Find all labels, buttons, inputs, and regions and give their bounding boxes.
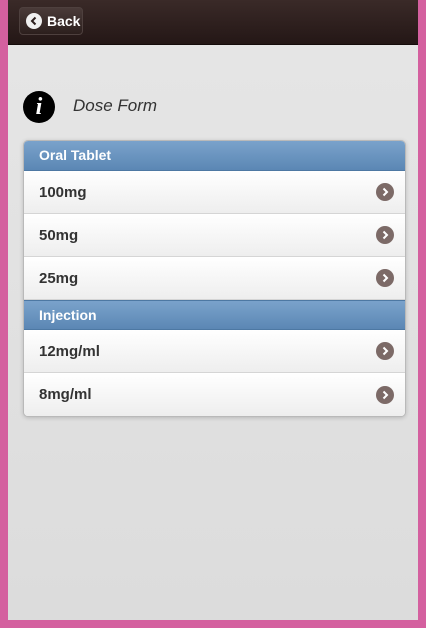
group-header-injection: Injection	[24, 300, 405, 330]
chevron-right-icon	[376, 269, 394, 287]
info-icon: i	[23, 91, 55, 123]
chevron-right-icon	[376, 385, 394, 404]
list-item-label: 12mg/ml	[39, 342, 100, 360]
list-item-label: 25mg	[39, 269, 79, 287]
chevron-right-icon	[376, 183, 394, 201]
list-item-label: 8mg/ml	[39, 386, 92, 403]
page-title: Dose Form	[73, 96, 158, 115]
back-button[interactable]: Back	[19, 7, 83, 35]
list-item[interactable]: 100mg	[24, 171, 405, 214]
dose-form-list: Oral Tablet 100mg 50mg 25mg Injection 12…	[23, 140, 406, 417]
list-item[interactable]: 50mg	[24, 214, 405, 257]
list-item[interactable]: 25mg	[24, 257, 405, 300]
list-item[interactable]: 12mg/ml	[24, 330, 405, 373]
chevron-right-icon	[376, 226, 394, 244]
header-bar: Back	[8, 0, 418, 45]
list-item-label: 100mg	[39, 183, 87, 201]
list-item-label: 50mg	[39, 226, 79, 244]
list-item[interactable]: 8mg/ml	[24, 373, 405, 416]
app-frame: Back i Dose Form Oral Tablet 100mg 50mg …	[8, 0, 418, 620]
chevron-left-icon	[26, 13, 42, 29]
back-button-label: Back	[47, 13, 81, 29]
group-header-oral-tablet: Oral Tablet	[24, 141, 405, 171]
chevron-right-icon	[376, 342, 394, 360]
